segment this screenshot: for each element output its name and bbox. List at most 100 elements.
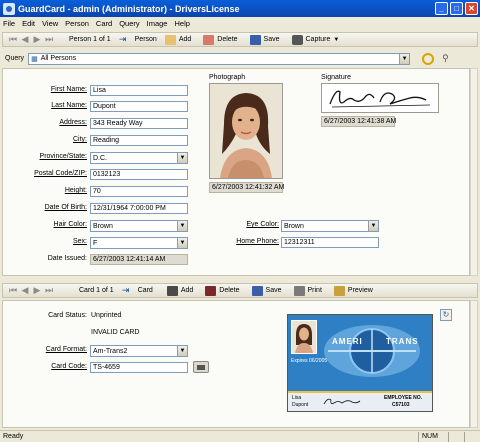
print-button[interactable]: Print: [293, 285, 322, 296]
status-pane-empty-2: [464, 431, 480, 442]
menu-image[interactable]: Image: [147, 19, 168, 28]
chevron-down-icon[interactable]: ▼: [177, 346, 187, 356]
person-entity-label: Person: [134, 36, 157, 43]
goto-card-icon[interactable]: ⇥: [120, 285, 132, 296]
card-format-label: Card Format:: [45, 346, 87, 353]
card-add-label: Add: [180, 287, 194, 294]
card-save-button[interactable]: Save: [251, 285, 282, 296]
person-save-label: Save: [263, 36, 280, 43]
photograph-label: Photograph: [209, 74, 246, 81]
menu-bar: File Edit View Person Card Query Image H…: [0, 17, 480, 29]
app-window: GuardCard - admin (Administrator) - Driv…: [0, 0, 480, 442]
card-save-label: Save: [265, 287, 282, 294]
card-delete-button[interactable]: Delete: [205, 285, 240, 296]
last-record-icon[interactable]: ⏭: [43, 34, 55, 45]
signature-frame[interactable]: [321, 83, 439, 113]
prev-record-icon[interactable]: ◀: [19, 34, 31, 45]
person-add-label: Add: [178, 36, 192, 43]
menu-view[interactable]: View: [42, 19, 58, 28]
first-card-icon[interactable]: ⏮: [7, 285, 19, 296]
add-person-icon: [164, 34, 176, 45]
goto-record-icon[interactable]: ⇥: [117, 34, 129, 45]
signature-image: [329, 90, 431, 108]
card-preview[interactable]: AMERI TRANS Expires 06/2005 Lisa Dupont …: [287, 314, 433, 412]
menu-card[interactable]: Card: [96, 19, 112, 28]
card-employee-label: EMPLOYEE NO.: [384, 395, 423, 401]
card-code-button[interactable]: [193, 361, 209, 373]
postal-field[interactable]: 0132123: [90, 169, 188, 180]
card-record-counter: Card 1 of 1: [79, 287, 114, 294]
person-add-button[interactable]: Add: [164, 34, 192, 45]
chevron-down-icon[interactable]: ▼: [177, 153, 187, 163]
province-select[interactable]: D.C. ▼: [90, 152, 188, 164]
save-disk-icon: [249, 34, 261, 45]
photograph-frame[interactable]: [209, 83, 283, 179]
chevron-down-icon[interactable]: ▼: [399, 53, 410, 64]
delete-person-icon: [203, 34, 215, 45]
card-add-button[interactable]: Add: [166, 285, 194, 296]
preview-label: Preview: [347, 287, 373, 294]
card-delete-label: Delete: [219, 287, 240, 294]
first-record-icon[interactable]: ⏮: [7, 34, 19, 45]
query-bar: Query ▦ All Persons ▼ ⚲: [2, 51, 478, 66]
chevron-down-icon[interactable]: ▼: [368, 221, 378, 231]
capture-button[interactable]: Capture ▼: [291, 34, 339, 45]
query-select[interactable]: ▦ All Persons ▼: [28, 52, 411, 65]
card-format-select[interactable]: Am-Trans2 ▼: [90, 345, 188, 357]
eye-color-select[interactable]: Brown ▼: [281, 220, 379, 232]
invalid-card-text: INVALID CARD: [91, 329, 140, 336]
menu-file[interactable]: File: [3, 19, 15, 28]
city-field[interactable]: Reading: [90, 135, 188, 146]
chevron-down-icon[interactable]: ▼: [177, 221, 187, 231]
filter-settings-icon[interactable]: ⚲: [442, 53, 449, 64]
eye-color-value: Brown: [284, 222, 304, 230]
print-label: Print: [307, 287, 322, 294]
signature-label: Signature: [321, 74, 351, 81]
close-button[interactable]: ✕: [465, 2, 478, 15]
status-pane-empty-1: [448, 431, 464, 442]
province-label: Province/State:: [39, 153, 87, 160]
next-card-icon[interactable]: ▶: [31, 285, 43, 296]
maximize-button[interactable]: □: [450, 2, 463, 15]
rotate-card-icon[interactable]: ↻: [440, 309, 452, 321]
city-label: City:: [73, 136, 87, 143]
signature-timestamp: 6/27/2003 12:41:38 AM: [321, 116, 396, 127]
person-panel-scrollbar[interactable]: [470, 68, 478, 276]
camera-icon: [291, 34, 303, 45]
person-photo: [210, 84, 282, 178]
menu-person[interactable]: Person: [65, 19, 89, 28]
card-panel-scrollbar[interactable]: [470, 300, 478, 428]
last-card-icon[interactable]: ⏭: [43, 285, 55, 296]
menu-edit[interactable]: Edit: [22, 19, 35, 28]
sex-select[interactable]: F ▼: [90, 237, 188, 249]
dob-field[interactable]: 12/31/1964 7:00:00 PM: [90, 203, 188, 214]
last-name-field[interactable]: Dupont: [90, 101, 188, 112]
province-value: D.C.: [93, 154, 107, 162]
prev-card-icon[interactable]: ◀: [19, 285, 31, 296]
person-delete-button[interactable]: Delete: [203, 34, 238, 45]
card-brand-left: AMERI: [332, 337, 363, 346]
eye-color-label: Eye Color:: [246, 221, 279, 228]
first-name-field[interactable]: Lisa: [90, 85, 188, 96]
preview-button[interactable]: Preview: [333, 285, 373, 296]
address-field[interactable]: 343 Ready Way: [90, 118, 188, 129]
height-field[interactable]: 70: [90, 186, 188, 197]
chevron-down-icon[interactable]: ▼: [177, 238, 187, 248]
person-save-button[interactable]: Save: [249, 34, 280, 45]
capture-dropdown-icon[interactable]: ▼: [333, 37, 339, 43]
minimize-button[interactable]: _: [435, 2, 448, 15]
menu-help[interactable]: Help: [174, 19, 189, 28]
first-name-label: First Name:: [50, 86, 87, 93]
next-record-icon[interactable]: ▶: [31, 34, 43, 45]
card-status-label: Card Status:: [48, 312, 87, 319]
card-status-value: Unprinted: [91, 312, 122, 319]
card-name-first: Lisa: [292, 395, 302, 401]
preview-icon: [333, 285, 345, 296]
hair-color-select[interactable]: Brown ▼: [90, 220, 188, 232]
home-phone-field[interactable]: 12312311: [281, 237, 379, 248]
hair-color-label: Hair Color:: [53, 221, 87, 228]
title-bar[interactable]: GuardCard - admin (Administrator) - Driv…: [0, 0, 480, 17]
card-code-field[interactable]: TS-4659: [90, 362, 188, 373]
refresh-icon[interactable]: [422, 52, 435, 65]
menu-query[interactable]: Query: [119, 19, 139, 28]
